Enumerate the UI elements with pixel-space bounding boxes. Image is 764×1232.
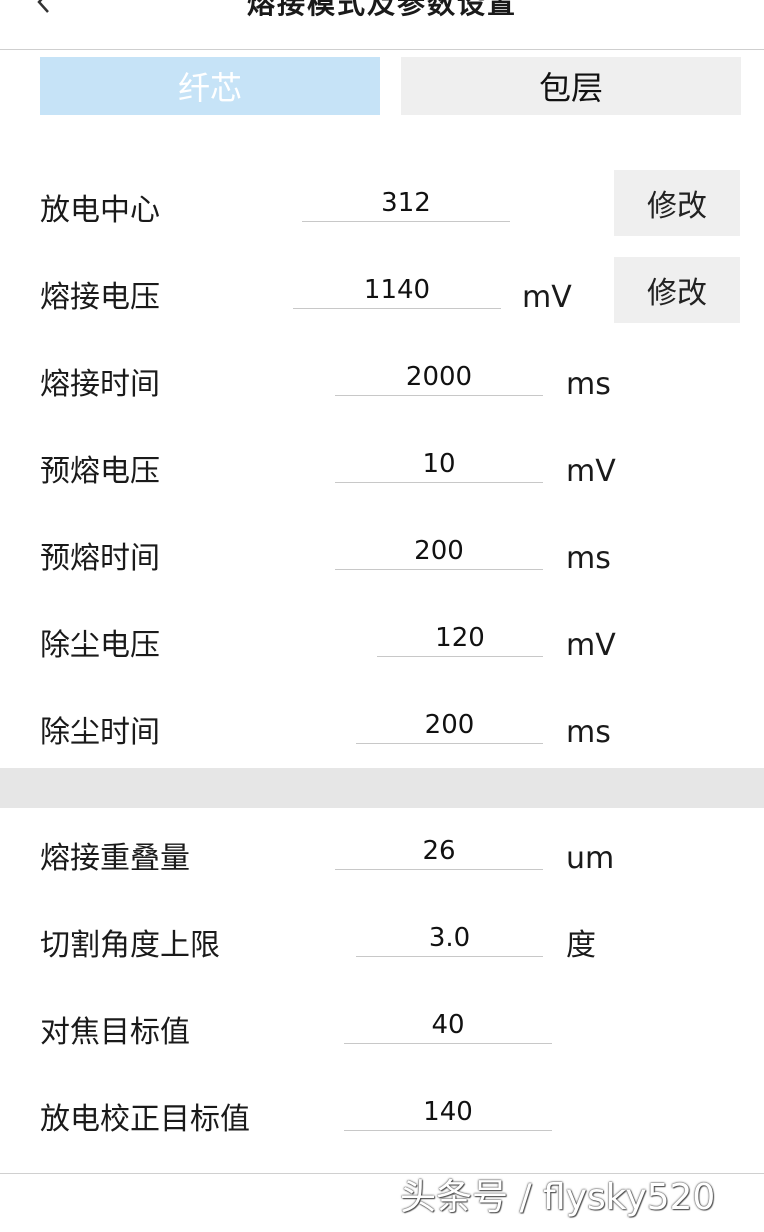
param-label: 熔接电压 (40, 280, 160, 315)
param-unit: mV (522, 280, 572, 315)
param-input-prefuse-time[interactable]: 200 (335, 534, 543, 570)
param-input-splice-time[interactable]: 2000 (335, 360, 543, 396)
param-unit: mV (566, 454, 616, 489)
param-input-prefuse-voltage[interactable]: 10 (335, 447, 543, 483)
param-input-focus-target[interactable]: 40 (344, 1008, 552, 1044)
param-label: 切割角度上限 (40, 928, 220, 963)
param-unit: ms (566, 541, 611, 576)
tab-core[interactable]: 纤芯 (40, 57, 380, 115)
param-input-discharge-center[interactable]: 312 (302, 186, 510, 222)
modify-button-splice-voltage[interactable]: 修改 (614, 257, 740, 323)
param-input-discharge-calibration[interactable]: 140 (344, 1095, 552, 1131)
param-label: 预熔时间 (40, 541, 160, 576)
top-bar: 熔接模式及参数设置 (0, 0, 764, 50)
param-label: 放电校正目标值 (40, 1102, 250, 1137)
param-input-cleave-angle[interactable]: 3.0 (356, 921, 543, 957)
param-row-splice-time: 熔接时间 2000 ms (0, 360, 764, 410)
param-row-cleave-angle: 切割角度上限 3.0 度 (0, 921, 764, 971)
param-row-prefuse-time: 预熔时间 200 ms (0, 534, 764, 584)
page-title: 熔接模式及参数设置 (246, 0, 517, 20)
param-label: 放电中心 (40, 193, 160, 228)
param-label: 除尘时间 (40, 715, 160, 750)
param-label: 预熔电压 (40, 454, 160, 489)
param-row-clean-time: 除尘时间 200 ms (0, 708, 764, 758)
modify-button-discharge-center[interactable]: 修改 (614, 170, 740, 236)
param-label: 熔接时间 (40, 367, 160, 402)
param-row-focus-target: 对焦目标值 40 (0, 1008, 764, 1058)
param-input-clean-voltage[interactable]: 120 (377, 621, 543, 657)
param-label: 除尘电压 (40, 628, 160, 663)
param-unit: ms (566, 715, 611, 750)
param-input-clean-time[interactable]: 200 (356, 708, 543, 744)
param-input-overlap[interactable]: 26 (335, 834, 543, 870)
param-row-overlap: 熔接重叠量 26 um (0, 834, 764, 884)
param-label: 对焦目标值 (40, 1015, 190, 1050)
param-row-clean-voltage: 除尘电压 120 mV (0, 621, 764, 671)
param-row-prefuse-voltage: 预熔电压 10 mV (0, 447, 764, 497)
param-unit: mV (566, 628, 616, 663)
param-unit: 度 (566, 928, 596, 963)
param-unit: um (566, 841, 615, 876)
param-label: 熔接重叠量 (40, 841, 190, 876)
param-input-splice-voltage[interactable]: 1140 (293, 273, 501, 309)
section-divider (0, 768, 764, 808)
watermark: 头条号 / flysky520 (400, 1177, 716, 1218)
tab-cladding[interactable]: 包层 (401, 57, 741, 115)
param-row-discharge-calibration: 放电校正目标值 140 (0, 1095, 764, 1145)
param-unit: ms (566, 367, 611, 402)
